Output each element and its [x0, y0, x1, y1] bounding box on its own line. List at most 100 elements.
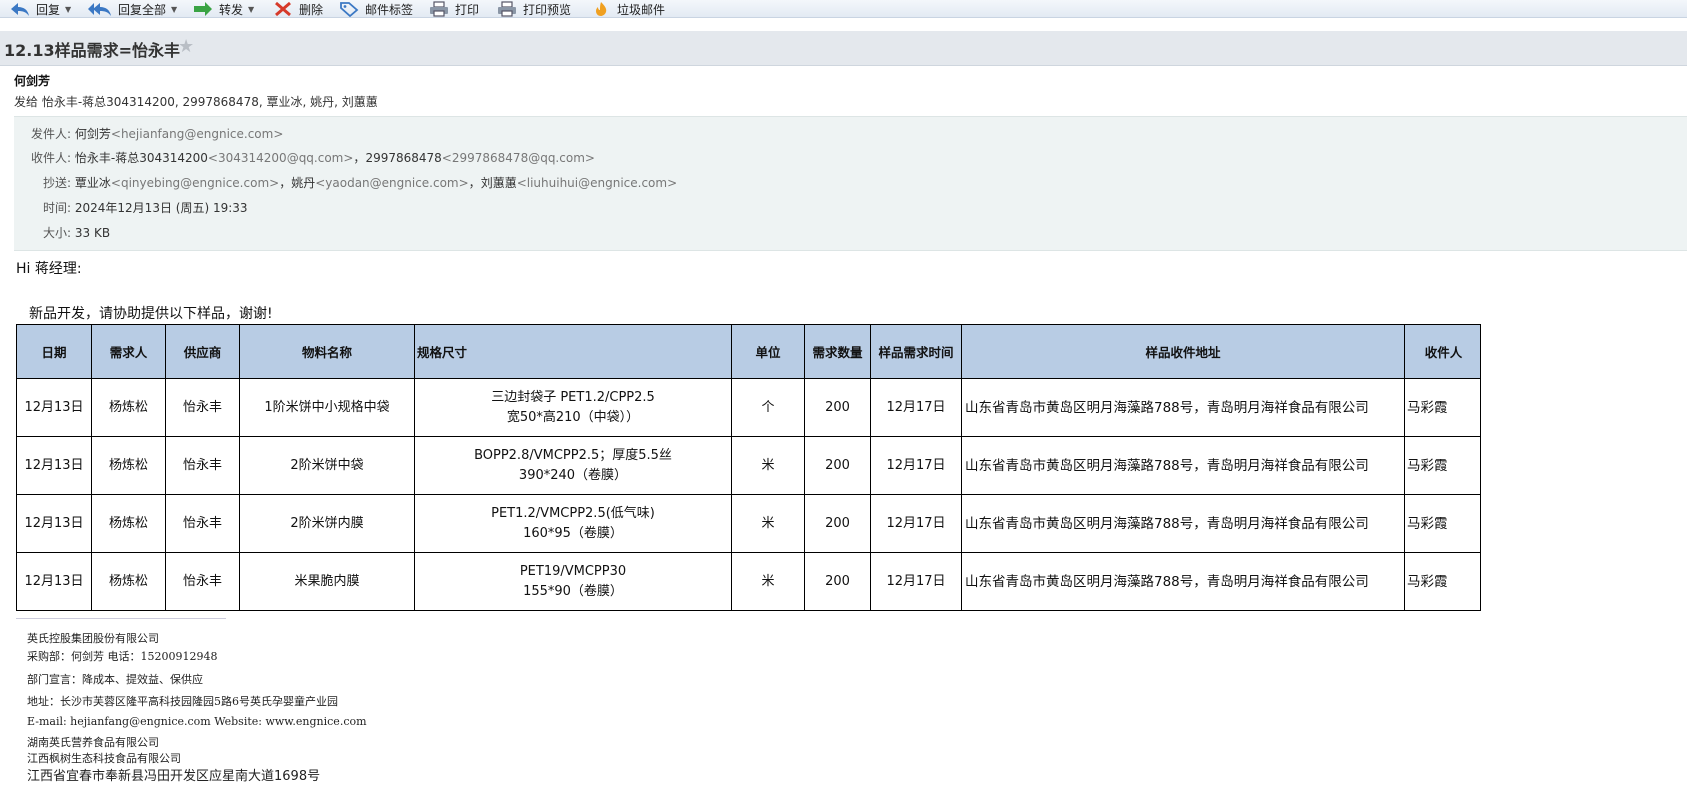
from-label: 发件人:: [31, 127, 72, 141]
signature-company: 英氏控股集团股份有限公司: [27, 632, 159, 645]
print-preview-icon: [497, 1, 517, 17]
signature-contact[interactable]: E-mail: hejianfang@engnice.com Website: …: [27, 715, 367, 728]
cell-supplier: 怡永丰: [165, 378, 240, 437]
cc-address-1[interactable]: <qinyebing@engnice.com>: [111, 176, 279, 190]
cell-material: 2阶米饼内膜: [239, 494, 415, 553]
cell-unit: 米: [731, 494, 805, 553]
cc-address-3[interactable]: <liuhuihui@engnice.com>: [517, 176, 677, 190]
from-address[interactable]: <hejianfang@engnice.com>: [111, 127, 284, 141]
table-header-row: 日期 需求人 供应商 物料名称 规格尺寸 单位 需求数量 样品需求时间 样品收件…: [16, 324, 1481, 379]
cell-requester: 杨炼松: [91, 552, 166, 611]
cell-requester: 杨炼松: [91, 378, 166, 437]
header-due-date: 样品需求时间: [870, 324, 962, 379]
cell-material: 2阶米饼中袋: [239, 436, 415, 495]
cc-name-3[interactable]: 刘蕙蕙: [481, 176, 517, 190]
table-row: 12月13日 杨炼松 怡永丰 2阶米饼中袋 BOPP2.8/VMCPP2.5；厚…: [16, 436, 1481, 495]
forward-dropdown-icon[interactable]: ▼: [248, 5, 254, 14]
fire-icon: [591, 1, 611, 17]
separator: ，: [353, 151, 366, 165]
cell-recipient: 马彩霞: [1404, 436, 1481, 495]
cell-spec: PET19/VMCPP30 155*90（卷膜）: [414, 552, 732, 611]
cell-supplier: 怡永丰: [165, 436, 240, 495]
header-address: 样品收件地址: [961, 324, 1405, 379]
delete-button[interactable]: 删除: [273, 0, 323, 18]
table-row: 12月13日 杨炼松 怡永丰 2阶米饼内膜 PET1.2/VMCPP2.5(低气…: [16, 494, 1481, 553]
to-name-2[interactable]: 2997868478: [365, 151, 441, 165]
signature-address: 地址：长沙市芙蓉区隆平高科技园隆园5路6号英氏孕婴童产业园: [27, 695, 338, 708]
email-subject: 12.13样品需求=怡永丰: [4, 41, 181, 60]
print-preview-button[interactable]: 打印预览: [497, 0, 571, 18]
header-requester: 需求人: [91, 324, 166, 379]
signature-address-2: 江西省宜春市奉新县冯田开发区应星南大道1698号: [27, 769, 321, 784]
forward-button[interactable]: 转发 ▼: [193, 0, 254, 18]
junk-mail-label: 垃圾邮件: [617, 2, 666, 17]
junk-mail-button[interactable]: 垃圾邮件: [591, 0, 665, 18]
header-quantity: 需求数量: [804, 324, 871, 379]
spec-line-2: 160*95（卷膜）: [523, 525, 623, 541]
printer-icon: [429, 1, 449, 17]
cell-date: 12月13日: [16, 494, 92, 553]
cell-supplier: 怡永丰: [165, 494, 240, 553]
signature-company-3: 江西枫树生态科技食品有限公司: [27, 752, 181, 765]
spec-line-1: BOPP2.8/VMCPP2.5；厚度5.5丝: [474, 447, 672, 463]
cell-spec: PET1.2/VMCPP2.5(低气味) 160*95（卷膜）: [414, 494, 732, 553]
cell-requester: 杨炼松: [91, 494, 166, 553]
print-button[interactable]: 打印: [429, 0, 479, 18]
time-value: 2024年12月13日 (周五) 19:33: [74, 201, 248, 215]
sender-name[interactable]: 何剑芳: [14, 72, 50, 89]
time-label: 时间:: [43, 201, 72, 215]
cell-address: 山东省青岛市黄岛区明月海藻路788号，青岛明月海祥食品有限公司: [961, 436, 1405, 495]
signature-company-2: 湖南英氏营养食品有限公司: [27, 736, 159, 749]
to-label: 收件人:: [31, 151, 72, 165]
cell-unit: 个: [731, 378, 805, 437]
spec-line-2: 宽50*高210（中袋））: [506, 409, 640, 425]
cc-label: 抄送:: [43, 176, 72, 190]
to-address-2[interactable]: <2997868478@qq.com>: [442, 151, 595, 165]
cell-quantity: 200: [804, 378, 871, 437]
email-meta-panel: 发件人: 何剑芳<hejianfang@engnice.com> 收件人: 怡永…: [14, 116, 1687, 251]
size-label: 大小:: [43, 226, 72, 240]
cell-supplier: 怡永丰: [165, 552, 240, 611]
cell-quantity: 200: [804, 552, 871, 611]
header-recipient: 收件人: [1404, 324, 1481, 379]
mail-tag-button[interactable]: 邮件标签: [339, 0, 413, 18]
reply-button[interactable]: 回复 ▼: [10, 0, 71, 18]
reply-all-dropdown-icon[interactable]: ▼: [171, 5, 177, 14]
intro-text: 新品开发，请协助提供以下样品，谢谢!: [29, 306, 273, 322]
cell-material: 1阶米饼中小规格中袋: [239, 378, 415, 437]
size-row: 大小: 33 KB: [43, 224, 110, 241]
cell-unit: 米: [731, 552, 805, 611]
spec-line-2: 390*240（卷膜）: [518, 467, 628, 483]
header-supplier: 供应商: [165, 324, 240, 379]
mail-tag-label: 邮件标签: [365, 2, 414, 17]
from-name[interactable]: 何剑芳: [75, 127, 111, 141]
greeting: Hi 蒋经理:: [16, 261, 82, 277]
to-name-1[interactable]: 怡永丰-蒋总304314200: [75, 151, 208, 165]
spec-line-2: 155*90（卷膜）: [523, 583, 623, 599]
forward-label: 转发: [219, 2, 244, 17]
print-label: 打印: [455, 2, 480, 17]
reply-label: 回复: [36, 2, 61, 17]
delete-label: 删除: [299, 2, 324, 17]
cell-recipient: 马彩霞: [1404, 378, 1481, 437]
signature-motto: 部门宣言：降成本、提效益、保供应: [27, 673, 203, 686]
reply-all-icon: [88, 1, 112, 17]
delete-icon: [273, 1, 293, 17]
tag-icon: [339, 1, 359, 18]
to-address-1[interactable]: <304314200@qq.com>: [208, 151, 354, 165]
reply-dropdown-icon[interactable]: ▼: [65, 5, 71, 14]
table-row: 12月13日 杨炼松 怡永丰 米果脆内膜 PET19/VMCPP30 155*90…: [16, 552, 1481, 611]
cc-address-2[interactable]: <yaodan@engnice.com>: [315, 176, 468, 190]
separator: ，: [279, 176, 292, 190]
star-icon[interactable]: ★: [178, 36, 194, 57]
signature-divider: [16, 618, 226, 619]
cell-requester: 杨炼松: [91, 436, 166, 495]
header-spec: 规格尺寸: [414, 324, 732, 379]
reply-all-button[interactable]: 回复全部 ▼: [88, 0, 177, 18]
cc-name-1[interactable]: 覃业冰: [75, 176, 111, 190]
cc-name-2[interactable]: 姚丹: [291, 176, 315, 190]
cell-recipient: 马彩霞: [1404, 494, 1481, 553]
cell-date: 12月13日: [16, 552, 92, 611]
cell-spec: 三边封袋子 PET1.2/CPP2.5 宽50*高210（中袋））: [414, 378, 732, 437]
cell-quantity: 200: [804, 436, 871, 495]
